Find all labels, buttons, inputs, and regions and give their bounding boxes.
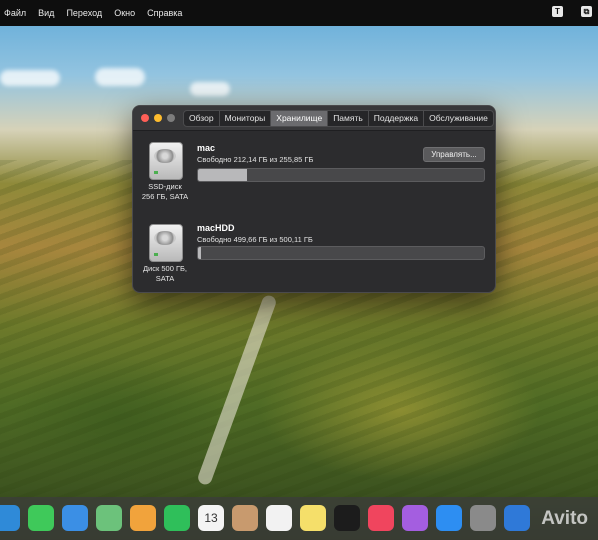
drive-type: SSD-диск	[148, 182, 182, 191]
reminders-icon[interactable]	[266, 505, 292, 531]
window-titlebar[interactable]: Обзор Мониторы Хранилище Память Поддержк…	[133, 106, 495, 131]
drive-row-hdd: Диск 500 ГБ, SATA macHDD Свободно 499,66…	[133, 223, 495, 292]
tab-bar: Обзор Мониторы Хранилище Память Поддержк…	[183, 110, 494, 127]
storage-usage-bar	[197, 246, 485, 260]
close-button[interactable]	[141, 114, 149, 122]
menu-go[interactable]: Переход	[66, 8, 102, 18]
maps-icon[interactable]	[96, 505, 122, 531]
storage-usage-fill	[198, 169, 247, 181]
contacts-icon[interactable]	[232, 505, 258, 531]
cloud	[0, 70, 60, 86]
photos-icon[interactable]	[130, 505, 156, 531]
menu-bar: Файл Вид Переход Окно Справка T ⧉	[0, 0, 598, 26]
storage-usage-bar	[197, 168, 485, 182]
drive-caption: SSD-диск 256 ГБ, SATA	[135, 182, 195, 202]
tab-storage[interactable]: Хранилище	[271, 111, 329, 126]
menu-view[interactable]: Вид	[38, 8, 54, 18]
keynote-icon[interactable]	[504, 505, 530, 531]
safari-icon[interactable]	[0, 505, 20, 531]
drive-caption: Диск 500 ГБ, SATA	[135, 264, 195, 284]
internal-drive-icon	[149, 224, 183, 262]
cloud	[95, 68, 145, 86]
minimize-button[interactable]	[154, 114, 162, 122]
tab-overview[interactable]: Обзор	[184, 111, 220, 126]
menu-window[interactable]: Окно	[114, 8, 135, 18]
text-input-icon[interactable]: T	[552, 6, 563, 17]
cloud	[190, 82, 230, 96]
calendar-icon[interactable]: 13	[198, 505, 224, 531]
tab-memory[interactable]: Память	[328, 111, 369, 126]
dock: 13	[0, 497, 598, 540]
menu-file[interactable]: Файл	[4, 8, 26, 18]
app-store-icon[interactable]	[436, 505, 462, 531]
volume-name: mac	[197, 143, 216, 153]
zoom-button[interactable]	[167, 114, 175, 122]
tab-displays[interactable]: Мониторы	[220, 111, 272, 126]
storage-usage-fill	[198, 247, 201, 259]
internal-drive-icon	[149, 142, 183, 180]
messages-icon[interactable]	[28, 505, 54, 531]
control-center-icon[interactable]: ⧉	[581, 6, 592, 17]
tv-icon[interactable]	[334, 505, 360, 531]
drive-capacity: 256 ГБ, SATA	[141, 192, 189, 201]
drive-row-ssd: SSD-диск 256 ГБ, SATA mac Свободно 212,1…	[133, 142, 495, 222]
system-preferences-icon[interactable]	[470, 505, 496, 531]
drive-type: Диск 500 ГБ,	[142, 264, 188, 273]
volume-name: macHDD	[197, 223, 235, 233]
tab-service[interactable]: Обслуживание	[424, 111, 493, 126]
mail-icon[interactable]	[62, 505, 88, 531]
tab-support[interactable]: Поддержка	[369, 111, 425, 126]
notes-icon[interactable]	[300, 505, 326, 531]
podcasts-icon[interactable]	[402, 505, 428, 531]
avito-watermark: Avito	[541, 508, 588, 529]
drive-capacity: SATA	[155, 274, 175, 283]
about-this-mac-window: Обзор Мониторы Хранилище Память Поддержк…	[132, 105, 496, 293]
manage-button[interactable]: Управлять...	[423, 147, 485, 162]
menu-help[interactable]: Справка	[147, 8, 182, 18]
volume-free-space: Свободно 499,66 ГБ из 500,11 ГБ	[197, 235, 313, 244]
facetime-icon[interactable]	[164, 505, 190, 531]
music-icon[interactable]	[368, 505, 394, 531]
volume-free-space: Свободно 212,14 ГБ из 255,85 ГБ	[197, 155, 314, 164]
